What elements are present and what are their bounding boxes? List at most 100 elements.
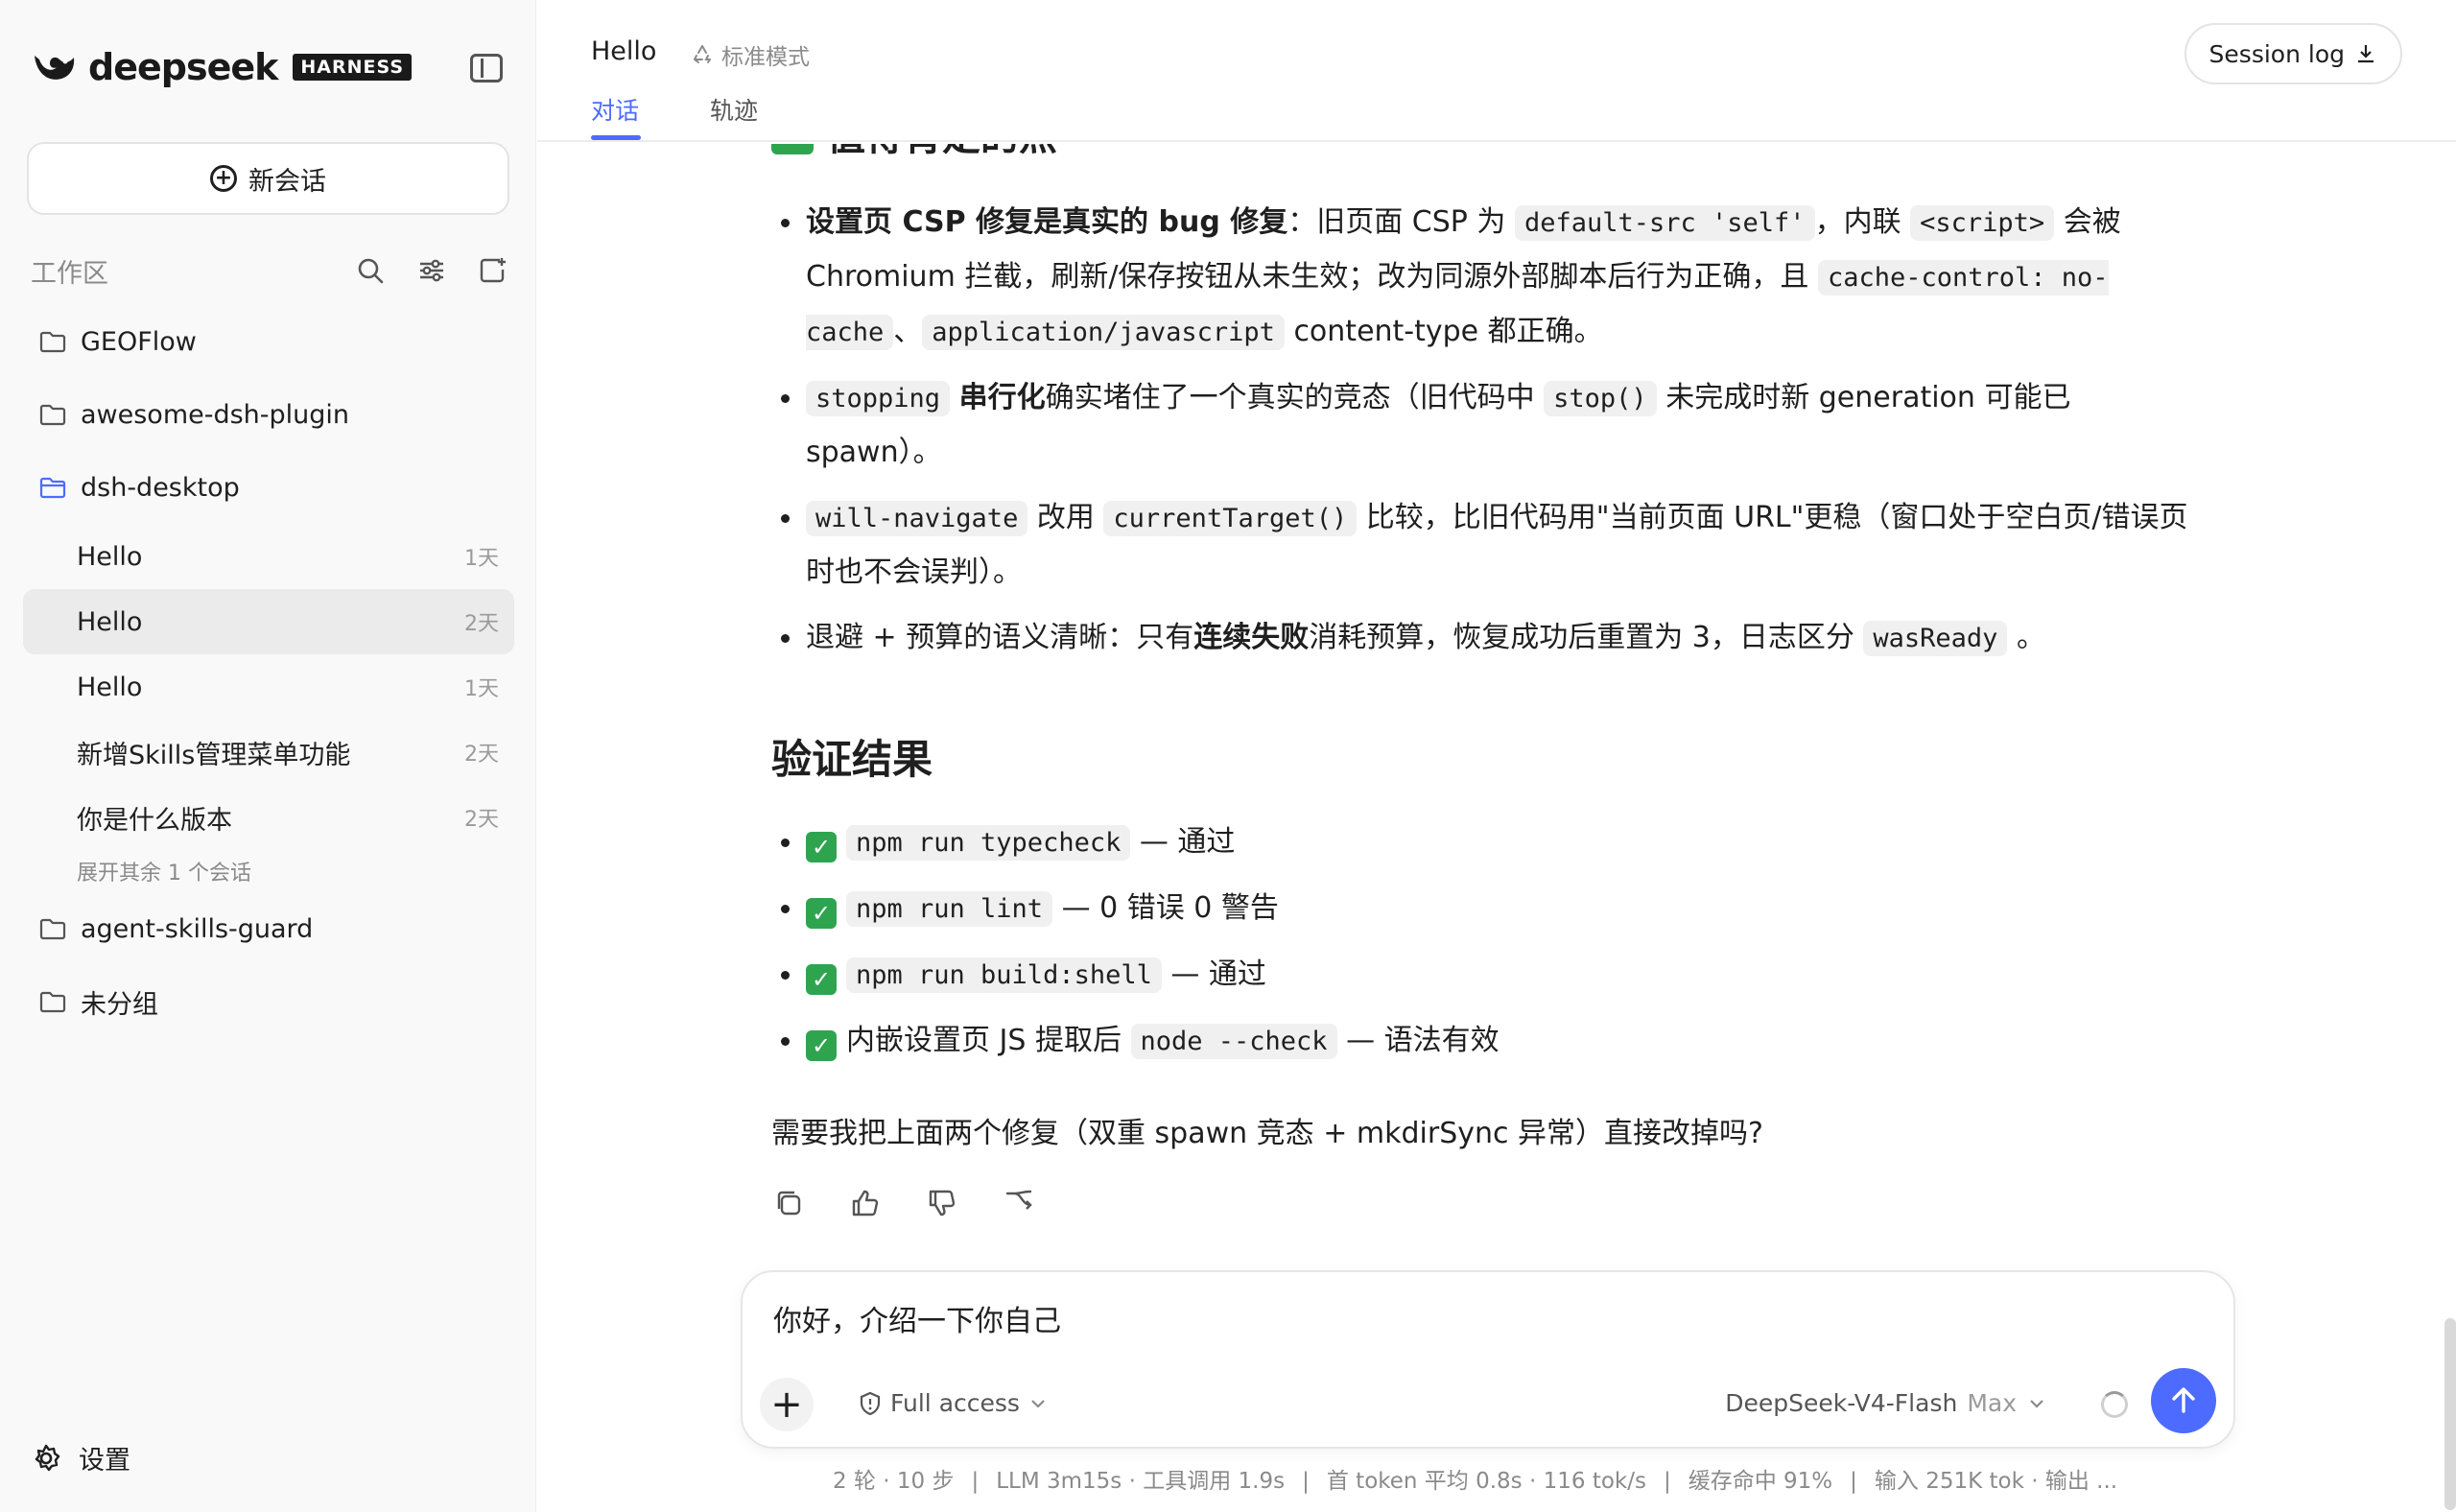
folder-label: GEOFlow (81, 326, 197, 357)
findings-list: 设置页 CSP 修复是真实的 bug 修复：旧页面 CSP 为 default-… (771, 196, 2191, 666)
inline-code: will-navigate (806, 501, 1028, 536)
sidebar-toggle-icon[interactable] (470, 54, 503, 83)
stat-token-speed: 首 token 平均 0.8s · 116 tok/s (1326, 1469, 1646, 1494)
list-item: stopping 串行化确实堵住了一个真实的竞态（旧代码中 stop() 未完成… (771, 371, 2191, 480)
text-segment: ：旧页面 CSP 为 (1287, 205, 1515, 239)
recycle-mode-icon (693, 45, 711, 63)
inline-code: npm run typecheck (846, 825, 1131, 861)
access-mode-select[interactable]: Full access (858, 1389, 1054, 1417)
section-heading-partial: ✓ 值得肯定的点 (771, 144, 1057, 161)
bold-text: 设置页 CSP 修复是真实的 bug 修复 (806, 205, 1288, 239)
result-text: — 语法有效 (1336, 1024, 1500, 1057)
branch-icon[interactable] (1002, 1186, 1036, 1220)
session-item[interactable]: Hello 1天 (23, 654, 514, 720)
text-segment: 消耗预算，恢复成功后重置为 3，日志区分 (1309, 621, 1864, 654)
mode-indicator[interactable]: 标准模式 (691, 38, 810, 71)
search-icon[interactable] (353, 253, 388, 288)
session-title: 新增Skills管理菜单功能 (77, 740, 351, 770)
session-title: 你是什么版本 (77, 805, 232, 836)
session-item-active[interactable]: Hello 2天 (23, 589, 514, 654)
new-chat-label: 新会话 (248, 166, 326, 197)
expand-more-sessions[interactable]: 展开其余 1 个会话 (23, 850, 514, 892)
settings-button[interactable]: 设置 (31, 1439, 130, 1477)
check-mark-icon: ✓ (806, 832, 837, 862)
folder-agent-skills-guard[interactable]: agent-skills-guard (23, 892, 514, 965)
brand-name: deepseek (88, 46, 278, 88)
add-attachment-button[interactable]: + (760, 1378, 814, 1431)
list-item: ✓ npm run typecheck — 通过 (771, 821, 2191, 864)
result-text: — 通过 (1161, 957, 1266, 991)
model-select[interactable]: DeepSeek-V4-Flash Max (1725, 1389, 2045, 1417)
thumbs-down-icon[interactable] (925, 1186, 959, 1220)
bold-text: 串行化 (958, 381, 1046, 414)
folder-ungrouped[interactable]: 未分组 (23, 965, 514, 1038)
new-folder-icon[interactable] (476, 253, 510, 288)
stat-io-tokens: 输入 251K tok · 输出 ... (1874, 1469, 2118, 1494)
settings-label: 设置 (79, 1446, 130, 1476)
text-segment: ，内联 (1814, 205, 1911, 239)
text-segment: 退避 + 预算的语义清晰：只有 (806, 621, 1194, 654)
session-stats-bar: 2 轮 · 10 步 | LLM 3m15s · 工具调用 1.9s | 首 token… (833, 1462, 2117, 1495)
session-item[interactable]: Hello 1天 (23, 524, 514, 589)
text-segment: 确实堵住了一个真实的竞态（旧代码中 (1045, 381, 1545, 414)
conversation-content: ✓ 值得肯定的点 设置页 CSP 修复是真实的 bug 修复：旧页面 CSP 为… (771, 144, 2191, 1257)
inline-code: default-src 'self' (1514, 205, 1815, 241)
brand-logo[interactable]: deepseek HARNESS (31, 46, 413, 88)
text-segment: 、 (893, 315, 923, 348)
arrow-up-icon (2172, 1387, 2195, 1413)
session-item[interactable]: 新增Skills管理菜单功能 2天 (23, 720, 514, 785)
session-log-button[interactable]: Session log (2184, 23, 2402, 84)
chevron-down-icon (1031, 1399, 1045, 1408)
session-item[interactable]: 你是什么版本 2天 (23, 785, 514, 850)
download-icon (2358, 45, 2373, 63)
tab-trace[interactable]: 轨迹 (710, 92, 758, 127)
thumbs-up-icon[interactable] (848, 1186, 883, 1220)
inline-code: wasReady (1863, 621, 2008, 656)
stat-cache-hit: 缓存命中 91% (1688, 1469, 1833, 1494)
filter-sliders-icon[interactable] (414, 253, 449, 288)
text-segment (950, 381, 959, 414)
inline-code: npm run build:shell (846, 957, 1162, 993)
tab-conversation[interactable]: 对话 (591, 92, 639, 127)
session-age: 1天 (464, 677, 499, 701)
bold-text: 连续失败 (1193, 621, 1310, 654)
session-title: Hello (77, 672, 143, 702)
folder-label: agent-skills-guard (81, 913, 314, 944)
workspace-tree: GEOFlow awesome-dsh-plugin dsh-desktop H… (23, 305, 514, 1038)
folder-label: dsh-desktop (81, 472, 240, 503)
inline-code: stopping (806, 381, 951, 416)
list-item: ✓ npm run lint — 0 错误 0 警告 (771, 887, 2191, 931)
stat-separator: | (1850, 1469, 1857, 1494)
copy-icon[interactable] (771, 1186, 806, 1220)
folder-label: 未分组 (81, 989, 158, 1020)
active-tab-indicator (591, 135, 641, 140)
check-mark-icon: ✓ (771, 144, 814, 154)
gear-icon (35, 1444, 60, 1471)
session-log-label: Session log (2208, 39, 2345, 68)
result-text: — 通过 (1130, 825, 1236, 859)
folder-awesome-dsh-plugin[interactable]: awesome-dsh-plugin (23, 378, 514, 451)
verification-heading: 验证结果 (771, 736, 933, 783)
list-item: ✓ npm run build:shell — 通过 (771, 954, 2191, 997)
list-item: 设置页 CSP 修复是真实的 bug 修复：旧页面 CSP 为 default-… (771, 196, 2191, 360)
folder-geoflow[interactable]: GEOFlow (23, 305, 514, 378)
workspace-header: 工作区 (31, 251, 510, 290)
folder-dsh-desktop[interactable]: dsh-desktop (23, 451, 514, 524)
text-segment: content-type 都正确。 (1284, 315, 1603, 348)
check-mark-icon: ✓ (806, 1030, 837, 1061)
folder-open-icon (38, 473, 67, 502)
send-button[interactable] (2151, 1368, 2216, 1433)
plus-icon: + (770, 1382, 803, 1427)
scrollbar[interactable] (2444, 1318, 2456, 1510)
message-input[interactable] (773, 1301, 2116, 1335)
message-composer: + Full access DeepSeek-V4-Flash Max (741, 1270, 2235, 1449)
inline-code: stop() (1544, 381, 1657, 416)
stat-separator: | (1663, 1469, 1671, 1494)
session-title: Hello (77, 606, 143, 637)
stat-separator: | (1302, 1469, 1310, 1494)
new-chat-button[interactable]: + 新会话 (27, 142, 509, 215)
shield-icon (860, 1391, 881, 1415)
mode-label: 标准模式 (721, 45, 810, 70)
plus-circle-icon: + (210, 165, 237, 192)
heading-text: 值得肯定的点 (827, 144, 1057, 161)
